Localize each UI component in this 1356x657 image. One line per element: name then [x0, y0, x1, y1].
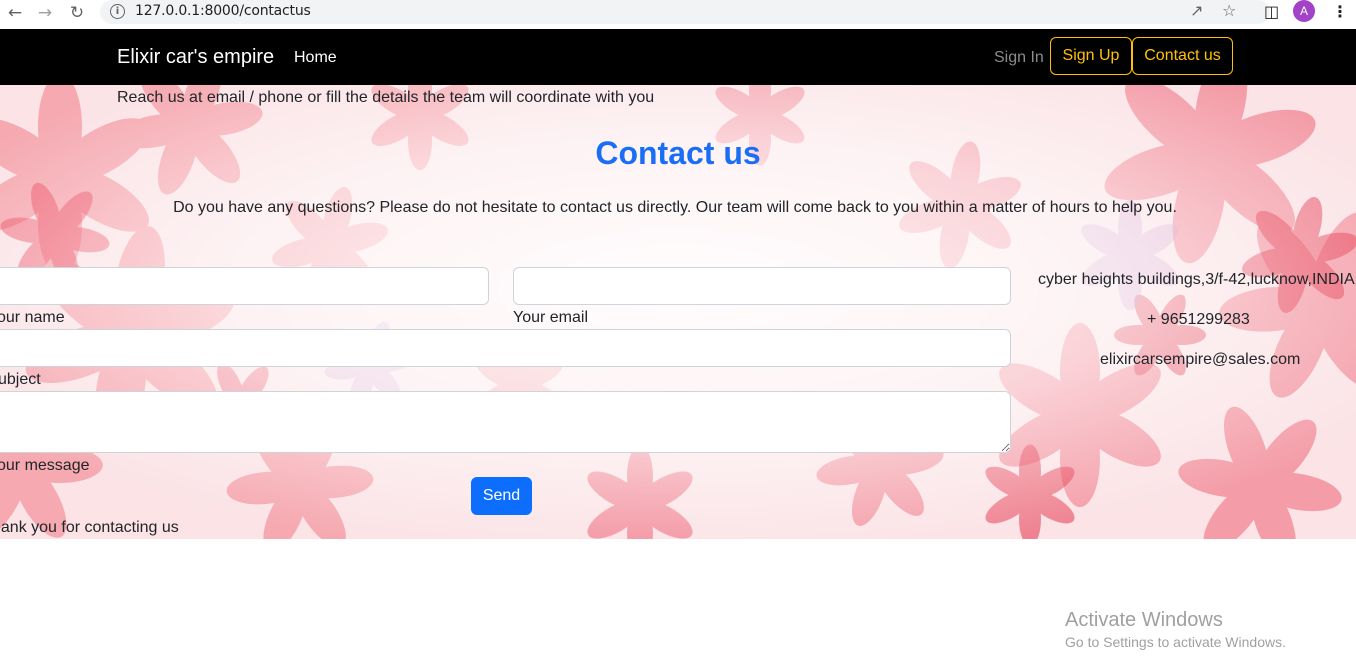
- brand-logo[interactable]: Elixir car's empire: [117, 46, 274, 69]
- thanks-text: hank you for contacting us: [0, 519, 179, 536]
- subject-field[interactable]: [0, 329, 1011, 367]
- email-field[interactable]: [513, 267, 1011, 305]
- sign-up-button[interactable]: Sign Up: [1050, 37, 1132, 75]
- phone-text: + 9651299283: [1147, 311, 1250, 328]
- name-label: our name: [0, 309, 65, 326]
- back-arrow-icon[interactable]: ←: [4, 2, 26, 24]
- name-field[interactable]: [0, 267, 489, 305]
- message-field[interactable]: [0, 391, 1011, 453]
- page-title: Contact us: [595, 135, 761, 171]
- menu-dots-icon[interactable]: ⋮: [1332, 2, 1348, 21]
- info-icon[interactable]: i: [110, 4, 125, 19]
- activate-windows-subtitle: Go to Settings to activate Windows.: [1065, 634, 1286, 650]
- contact-section: Reach us at email / phone or fill the de…: [0, 85, 1356, 539]
- reload-icon[interactable]: ↻: [66, 2, 88, 24]
- message-label: our message: [0, 457, 90, 474]
- sidepanel-icon[interactable]: ◫: [1264, 2, 1279, 21]
- email-text: elixircarsempire@sales.com: [1100, 351, 1301, 368]
- activate-windows-title: Activate Windows: [1065, 609, 1223, 631]
- url-text[interactable]: 127.0.0.1:8000/contactus: [135, 3, 311, 19]
- browser-toolbar: ← → ↻ i 127.0.0.1:8000/contactus ↗ ☆ ◫ A…: [0, 0, 1356, 29]
- navbar: Elixir car's empire Home Sign In Sign Up…: [0, 29, 1356, 85]
- star-icon[interactable]: ☆: [1222, 1, 1236, 20]
- avatar-letter: A: [1299, 4, 1308, 18]
- share-icon[interactable]: ↗: [1190, 1, 1203, 20]
- sign-in-link[interactable]: Sign In: [994, 49, 1044, 67]
- send-button[interactable]: Send: [471, 477, 532, 515]
- address-text: cyber heights buildings,3/f-42,lucknow,I…: [1038, 271, 1355, 288]
- avatar[interactable]: A: [1293, 0, 1315, 22]
- lead-text: Do you have any questions? Please do not…: [173, 199, 1177, 216]
- address-bar[interactable]: i 127.0.0.1:8000/contactus ↗ ☆: [100, 0, 1270, 24]
- subject-label: ubject: [0, 371, 41, 388]
- forward-arrow-icon[interactable]: →: [34, 2, 56, 24]
- contact-us-button[interactable]: Contact us: [1132, 37, 1233, 75]
- intro-text: Reach us at email / phone or fill the de…: [117, 89, 655, 106]
- nav-home-link[interactable]: Home: [294, 49, 337, 67]
- email-label: Your email: [513, 309, 589, 326]
